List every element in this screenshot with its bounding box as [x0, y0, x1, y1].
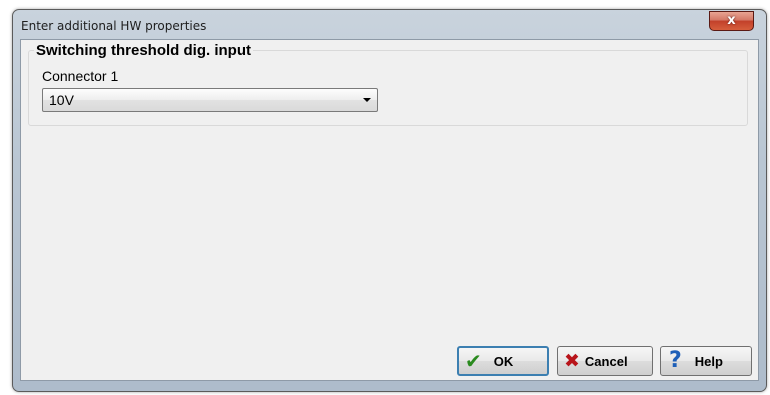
chevron-down-icon: [363, 98, 371, 102]
dialog-window: Enter additional HW properties x Switchi…: [12, 9, 767, 392]
red-x-icon: ✖: [564, 350, 580, 372]
ok-button[interactable]: ✔ OK: [457, 346, 549, 376]
cancel-label: Cancel: [584, 353, 628, 369]
cancel-button[interactable]: ✖ Cancel: [557, 346, 653, 376]
connector-label: Connector 1: [42, 68, 119, 84]
title-bar[interactable]: Enter additional HW properties x: [13, 10, 766, 40]
close-button[interactable]: x: [709, 11, 754, 31]
switching-threshold-group: Switching threshold dig. input Connector…: [28, 42, 748, 126]
select-value: 10V: [49, 92, 74, 108]
dialog-client-area: Switching threshold dig. input Connector…: [20, 39, 759, 381]
checkmark-icon: ✔: [465, 349, 482, 373]
question-mark-icon: ?: [669, 348, 682, 373]
group-title: Switching threshold dig. input: [34, 42, 253, 59]
connector-1-select[interactable]: 10V: [42, 88, 378, 112]
ok-label: OK: [493, 353, 514, 369]
close-icon: x: [727, 13, 736, 28]
window-title: Enter additional HW properties: [21, 19, 207, 33]
help-label: Help: [694, 353, 723, 369]
help-button[interactable]: ? Help: [660, 346, 752, 376]
